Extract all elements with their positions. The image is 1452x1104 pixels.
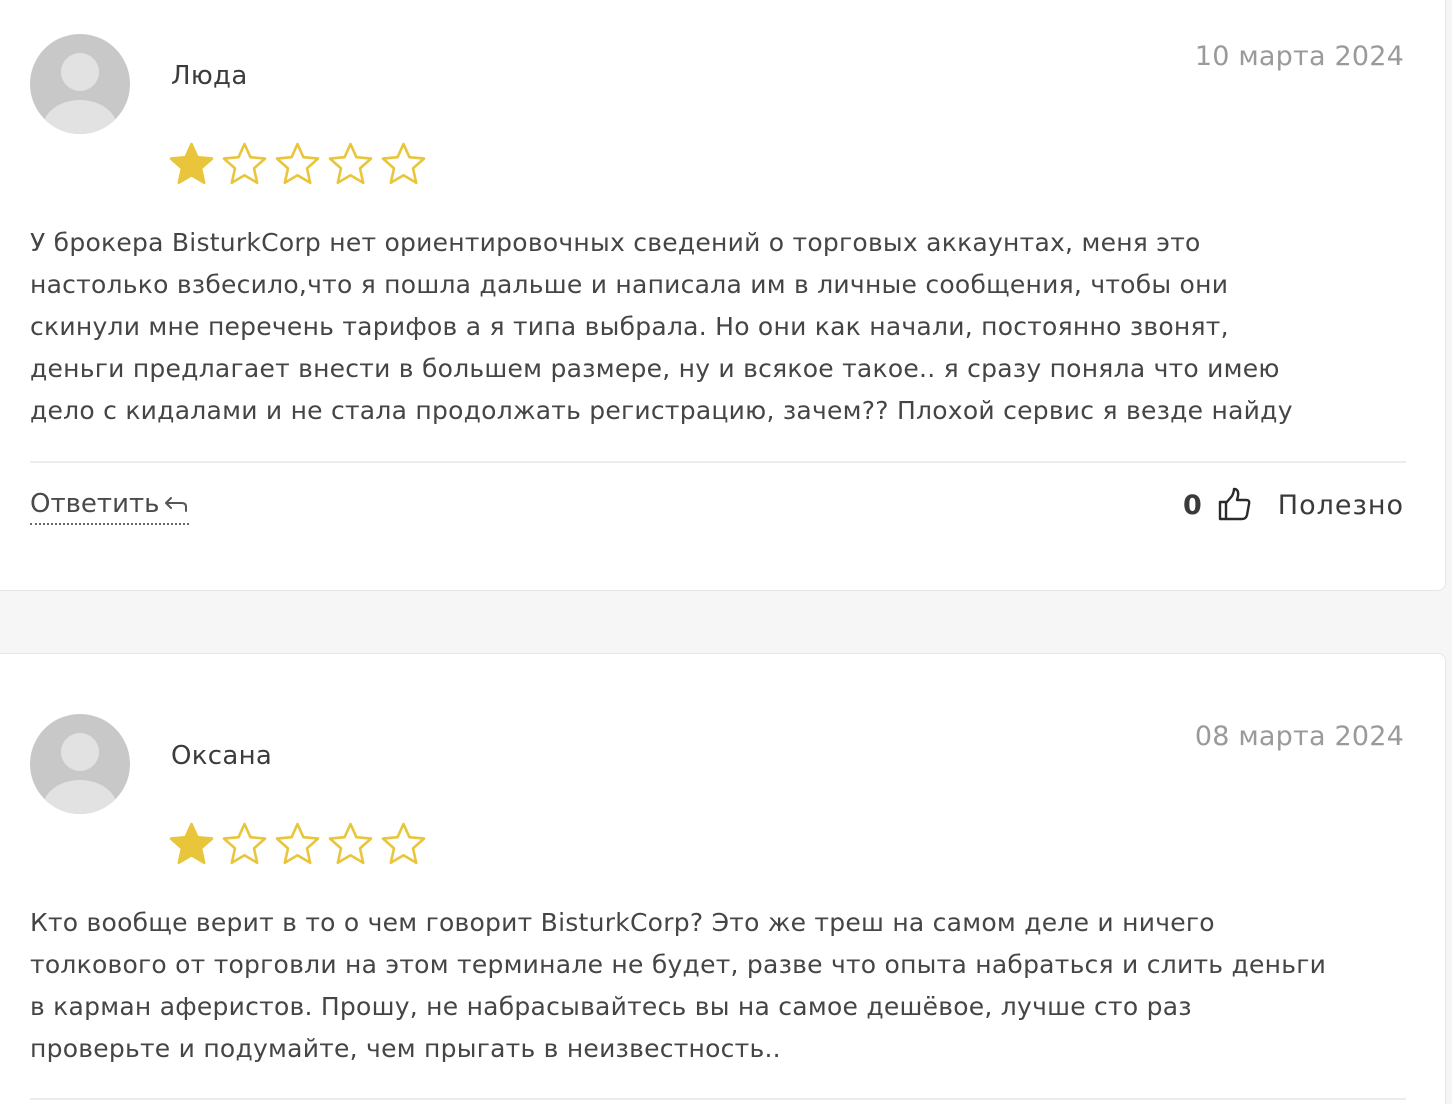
review-text-line: дело с кидалами и не стала продолжать ре… [30,396,1293,425]
review-text-line: скинули мне перечень тарифов а я типа вы… [30,312,1229,341]
divider [30,1098,1406,1100]
reply-arrow-icon [165,497,188,512]
reply-button[interactable]: Ответить [30,489,190,525]
user-avatar-icon [30,34,130,134]
star-filled-icon [169,142,214,185]
star-empty-icon [328,142,373,185]
helpful-count: 0 [1182,489,1202,521]
divider [30,461,1406,463]
review-date: 10 марта 2024 [1194,41,1404,72]
review-text-line: деньги предлагает внести в большем разме… [30,354,1280,383]
review-text: Кто вообще верит в то о чем говорит Bist… [30,902,1410,1070]
review-date: 08 марта 2024 [1194,721,1404,752]
helpful-block: 0 Полезно [1183,487,1404,523]
review-text-line: настолько взбесило,что я пошла дальше и … [30,270,1229,299]
review-text-line: У брокера BisturkCorp нет ориентировочны… [30,228,1201,257]
star-empty-icon [381,142,426,185]
star-empty-icon [222,142,267,185]
review-author: Люда [171,61,248,91]
review-text: У брокера BisturkCorp нет ориентировочны… [30,222,1410,432]
star-empty-icon [275,822,320,865]
star-empty-icon [381,822,426,865]
rating-stars [168,821,427,867]
reviews-page: Люда 10 марта 2024 У брокера BisturkCorp… [0,0,1452,1104]
review-text-line: толкового от торговли на этом терминале … [30,950,1327,979]
review-text-line: проверьте и подумайте, чем прыгать в неи… [30,1034,781,1063]
star-filled-icon [169,822,214,865]
rating-stars [168,141,427,187]
star-empty-icon [328,822,373,865]
review-text-line: в карман аферистов. Прошу, не набрасывай… [30,992,1192,1021]
helpful-label[interactable]: Полезно [1278,490,1404,521]
review-author: Оксана [171,741,273,771]
thumbs-up-icon[interactable] [1216,487,1252,523]
review-text-line: Кто вообще верит в то о чем говорит Bist… [30,908,1215,937]
star-empty-icon [222,822,267,865]
star-empty-icon [275,142,320,185]
reply-label: Ответить [30,489,160,519]
review-card: Люда 10 марта 2024 У брокера BisturkCorp… [0,0,1446,591]
review-card: Оксана 08 марта 2024 Кто вообще верит в … [0,653,1446,1104]
user-avatar-icon [30,714,130,814]
